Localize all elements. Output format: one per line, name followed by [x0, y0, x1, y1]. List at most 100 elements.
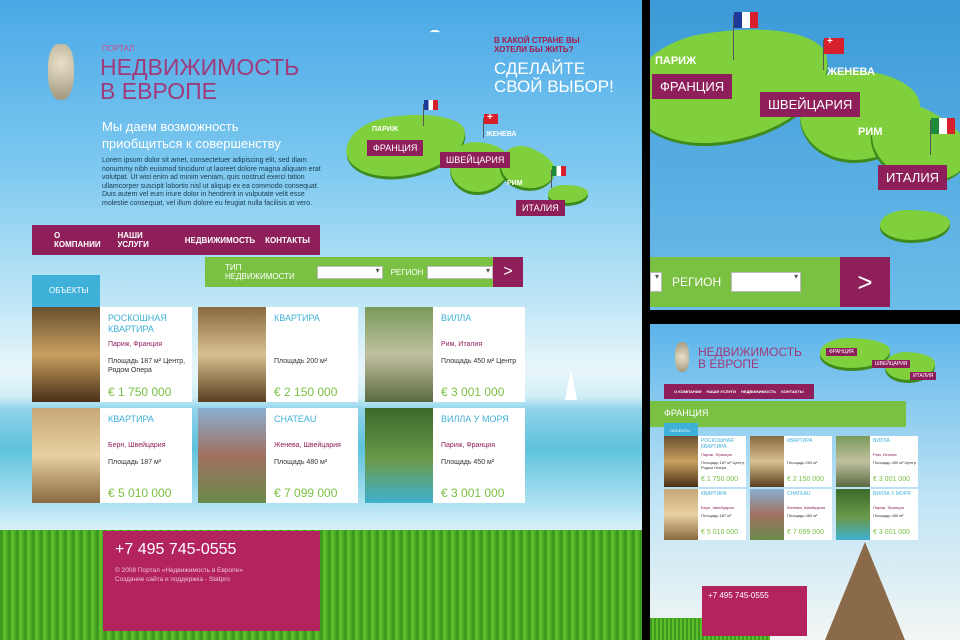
listing-card[interactable]: ВИЛЛА Рим, Италия Площадь 450 м² Центр € 3 … — [365, 307, 525, 402]
listing-photo — [664, 436, 698, 487]
listing-title[interactable]: РОСКОШНАЯ КВАРТИРА — [701, 438, 745, 450]
site-title[interactable]: НЕДВИЖИМОСТЬ В ЕВРОПЕ — [100, 55, 299, 103]
listing-photo — [750, 436, 784, 487]
listing-details: Площадь 200 м² — [274, 358, 328, 365]
listing-card[interactable]: РОСКОШНАЯ КВАРТИРА Париж, Франция Площадь … — [32, 307, 192, 402]
listing-details: Площадь 450 м² Центр — [873, 460, 916, 465]
listing-card[interactable]: КВАРТИРА Берн, Швейцария Площадь 187 м² € 5… — [664, 489, 746, 540]
portal-label: ПОРТАЛ — [102, 44, 135, 53]
listing-price: € 7 099 000 — [787, 529, 824, 536]
nav-realty[interactable]: НЕДВИЖИМОСТЬ — [741, 389, 776, 394]
listing-card[interactable]: ВИЛЛА У МОРЯ Париж, Франция Площадь 450 м²… — [365, 408, 525, 503]
type-select[interactable] — [650, 272, 662, 292]
country-tag-france[interactable]: ФРАНЦИЯ — [652, 74, 733, 99]
switzerland-flag-icon — [824, 36, 844, 54]
search-bar: ТИП НЕДВИЖИМОСТИ РЕГИОН — [205, 257, 493, 287]
country-tag-france[interactable]: ФРАНЦИЯ — [367, 140, 424, 156]
listing-card[interactable]: ВИЛЛА У МОРЯ Париж, Франция Площадь 450 м²… — [836, 489, 918, 540]
listing-details: Площадь 480 м² — [274, 459, 328, 466]
listing-title[interactable]: КВАРТИРА — [787, 438, 831, 444]
nav-about[interactable]: О КОМПАНИИ — [54, 231, 107, 249]
listing-title[interactable]: ВИЛЛА У МОРЯ — [873, 491, 917, 497]
listing-card[interactable]: РОСКОШНАЯ КВАРТИРА Париж, Франция Площадь … — [664, 436, 746, 487]
listing-title[interactable]: КВАРТИРА — [274, 313, 356, 324]
listing-city: Париж, Франция — [441, 442, 495, 449]
listing-details: Площадь 187 м² Центр, Рядом Опера — [108, 358, 186, 374]
nav-contacts[interactable]: КОНТАКТЫ — [781, 389, 803, 394]
city-rome: РИМ — [507, 180, 523, 187]
region-select[interactable] — [427, 265, 493, 279]
listing-photo — [32, 408, 100, 503]
region-select[interactable] — [731, 272, 802, 292]
listing-city: Париж, Франция — [873, 505, 904, 510]
country-heading: ФРАНЦИЯ — [664, 408, 709, 418]
listing-title[interactable]: РОСКОШНАЯ КВАРТИРА — [108, 313, 190, 335]
listing-title[interactable]: ВИЛЛА — [441, 313, 523, 324]
footer-credit[interactable]: Создание сайта и поддержка - Statpro — [115, 576, 308, 583]
main-nav: О КОМПАНИИ НАШИ УСЛУГИ НЕДВИЖИМОСТЬ КОНТ… — [32, 225, 320, 255]
listing-title[interactable]: ВИЛЛА У МОРЯ — [441, 414, 523, 425]
listing-title[interactable]: CHATEAU — [787, 491, 831, 497]
site-title[interactable]: НЕДВИЖИМОСТЬ В ЕВРОПЕ — [698, 346, 802, 370]
eiffel-tower-icon — [825, 542, 905, 640]
country-tag-switzerland[interactable]: ШВЕЙЦАРИЯ — [440, 152, 511, 168]
main-page: ПОРТАЛ НЕДВИЖИМОСТЬ В ЕВРОПЕ Мы даем возм… — [0, 0, 642, 640]
listing-title[interactable]: КВАРТИРА — [108, 414, 190, 425]
promo-cta: СДЕЛАЙТЕ СВОЙ ВЫБОР! — [494, 59, 614, 96]
nav-services[interactable]: НАШИ УСЛУГИ — [707, 389, 737, 394]
listing-photo — [32, 307, 100, 402]
grass-decoration — [0, 530, 642, 640]
listing-price: € 5 010 000 — [108, 486, 172, 500]
tab-objects[interactable]: ОБЪЕКТЫ — [32, 275, 100, 307]
type-label: ТИП НЕДВИЖИМОСТИ — [225, 263, 295, 281]
listing-card[interactable]: КВАРТИРА Площадь 200 м² € 2 150 000 — [750, 436, 832, 487]
listing-price: € 1 750 000 — [108, 385, 172, 399]
search-go-button[interactable]: > — [493, 257, 523, 287]
country-tag-switzerland[interactable]: ШВЕЙЦАРИЯ — [872, 360, 911, 368]
listing-price: € 3 001 000 — [441, 385, 505, 399]
tab-objects[interactable]: ОБЪЕКТЫ — [664, 423, 698, 437]
main-nav: О КОМПАНИИ НАШИ УСЛУГИ НЕДВИЖИМОСТЬ КОНТ… — [664, 384, 814, 399]
type-select[interactable] — [316, 265, 383, 279]
city-rome: РИМ — [858, 126, 883, 138]
country-tag-italy[interactable]: ИТАЛИЯ — [516, 200, 565, 216]
city-paris: ПАРИЖ — [372, 126, 399, 133]
footer-phone: +7 495 745-0555 — [115, 541, 237, 558]
country-tag-france[interactable]: ФРАНЦИЯ — [826, 348, 857, 356]
listing-card[interactable]: CHATEAU Женева, Швейцария Площадь 480 м² € … — [750, 489, 832, 540]
france-flag-icon — [424, 100, 438, 110]
listing-title[interactable]: ВИЛЛА — [873, 438, 917, 444]
listing-photo — [198, 307, 266, 402]
nav-about[interactable]: О КОМПАНИИ — [674, 389, 702, 394]
listing-details: Площадь 187 м² — [108, 459, 162, 466]
listing-card[interactable]: CHATEAU Женева, Швейцария Площадь 480 м² € … — [198, 408, 358, 503]
listing-details: Площадь 200 м² — [787, 460, 818, 465]
nav-services[interactable]: НАШИ УСЛУГИ — [117, 231, 174, 249]
footer-phone: +7 495 745-0555 — [708, 591, 769, 600]
france-flag-icon — [734, 12, 758, 28]
country-tag-italy[interactable]: ИТАЛИЯ — [910, 372, 937, 380]
promo-question: В КАКОЙ СТРАНЕ ВЫ ХОТЕЛИ БЫ ЖИТЬ? — [494, 36, 580, 54]
listing-city: Женева, Швейцария — [787, 505, 826, 510]
listing-price: € 5 010 000 — [701, 529, 738, 536]
nav-realty[interactable]: НЕДВИЖИМОСТЬ — [185, 236, 255, 245]
seagull-icon — [430, 30, 440, 35]
sailboat-icon — [565, 370, 577, 400]
country-tag-switzerland[interactable]: ШВЕЙЦАРИЯ — [760, 92, 861, 117]
listing-photo — [365, 408, 433, 503]
listing-photo — [198, 408, 266, 503]
country-tag-italy[interactable]: ИТАЛИЯ — [878, 165, 948, 190]
search-go-button[interactable]: > — [840, 257, 890, 307]
listing-price: € 1 750 000 — [701, 476, 738, 483]
region-label: РЕГИОН — [672, 275, 722, 289]
listing-title[interactable]: CHATEAU — [274, 414, 356, 425]
listing-price: € 3 001 000 — [873, 529, 910, 536]
listing-card[interactable]: ВИЛЛА Рим, Италия Площадь 450 м² Центр € 3 … — [836, 436, 918, 487]
intro-text: Lorem ipsum dolor sit amet, consectetuer… — [102, 157, 321, 207]
listing-photo — [365, 307, 433, 402]
listing-card[interactable]: КВАРТИРА Площадь 200 м² € 2 150 000 — [198, 307, 358, 402]
nav-contacts[interactable]: КОНТАКТЫ — [265, 236, 310, 245]
listing-title[interactable]: КВАРТИРА — [701, 491, 745, 497]
search-bar: РЕГИОН — [650, 257, 840, 307]
listing-card[interactable]: КВАРТИРА Берн, Швейцария Площадь 187 м² € 5… — [32, 408, 192, 503]
